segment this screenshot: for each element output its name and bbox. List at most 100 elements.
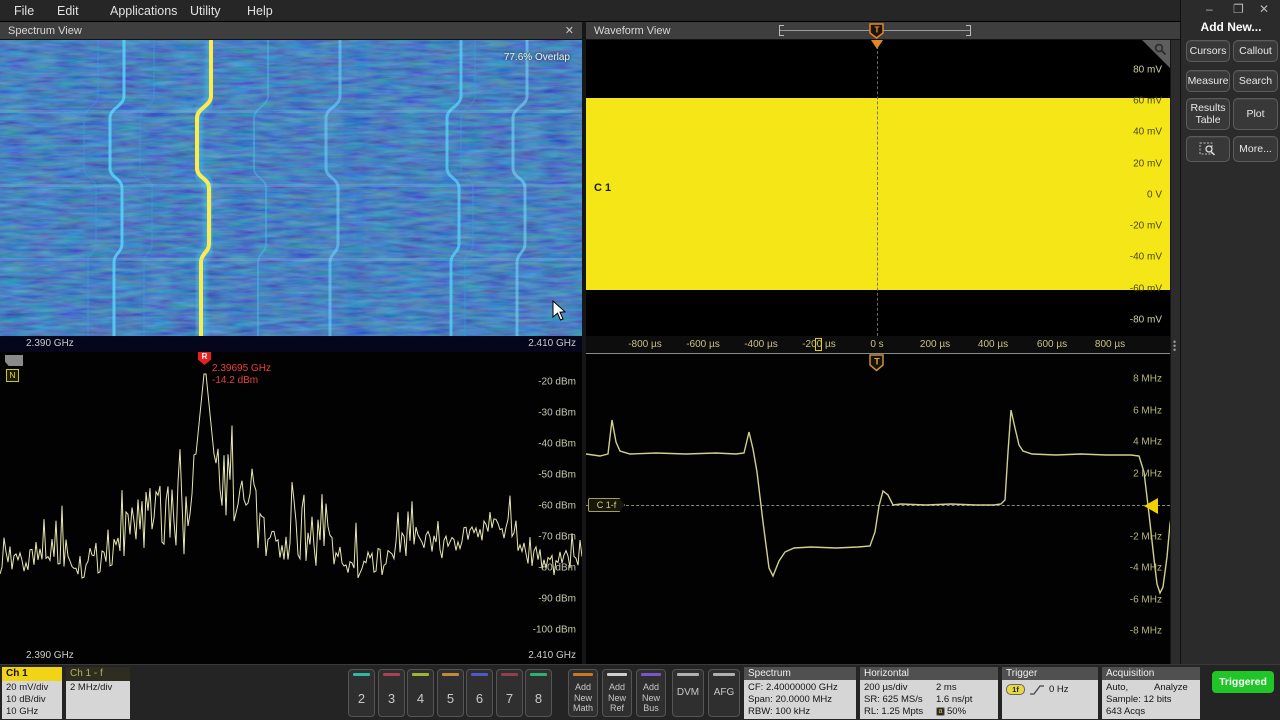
- ch1-bandwidth: 10 GHz: [6, 706, 62, 718]
- rising-edge-icon: [1029, 684, 1045, 696]
- trigger-frequency: 0 Hz: [1049, 684, 1069, 695]
- marker-frequency-readout: 2.39695 GHz: [212, 363, 271, 374]
- mhz-label: 2 MHz: [1133, 469, 1162, 480]
- trigger-box-title: Trigger: [1002, 667, 1098, 680]
- mhz-label: -6 MHz: [1130, 595, 1162, 606]
- callout-button[interactable]: Callout: [1233, 40, 1278, 62]
- channel1-badge[interactable]: Ch 1 20 mV/div 10 dB/div 10 GHz: [2, 667, 62, 719]
- menu-file[interactable]: File: [14, 4, 34, 18]
- dbm-label: -20 dBm: [538, 377, 576, 388]
- channel3-button[interactable]: 3: [378, 669, 405, 717]
- acq-count: 643 Acqs: [1106, 706, 1145, 717]
- mv-label: -60 mV: [1130, 284, 1162, 295]
- dbm-label: -80 dBm: [538, 563, 576, 574]
- search-button[interactable]: Search: [1233, 70, 1278, 92]
- menu-utility[interactable]: Utility: [190, 4, 221, 18]
- channel2-button[interactable]: 2: [348, 669, 375, 717]
- mhz-label: -2 MHz: [1130, 532, 1162, 543]
- cursors-button[interactable]: Cursors: [1186, 40, 1230, 62]
- channel3-stripe: [383, 673, 400, 676]
- trigger-arrow-icon: [871, 40, 883, 49]
- mv-label: -20 mV: [1130, 221, 1162, 232]
- waveform-view-panel: Waveform View T C 1 80 mV 60 mV 40 mV 20: [586, 22, 1180, 664]
- spectrum-view-title-bar[interactable]: Spectrum View ✕: [0, 22, 582, 40]
- close-icon[interactable]: ✕: [565, 22, 574, 40]
- reference-level-arrow[interactable]: [1144, 498, 1158, 514]
- zoom-scrollbar-left-bracket[interactable]: [779, 25, 784, 36]
- acquisition-box-title: Acquisition: [1102, 667, 1200, 680]
- time-axis: -800 µs -600 µs -400 µs -200 µs 0 s 200 …: [586, 336, 1170, 354]
- trigger-flag[interactable]: T: [869, 354, 885, 372]
- close-window-icon[interactable]: ✕: [1259, 2, 1269, 16]
- acquisition-settings-badge[interactable]: Acquisition Auto, Analyze Sample: 12 bit…: [1102, 667, 1200, 719]
- zoom-scrollbar-right-bracket[interactable]: [966, 25, 971, 36]
- channel1-waveform: [586, 98, 1170, 290]
- svg-text:T: T: [874, 357, 880, 367]
- channel8-button[interactable]: 8: [525, 669, 552, 717]
- menu-applications[interactable]: Applications: [110, 4, 177, 18]
- marker-amplitude-readout: -14.2 dBm: [212, 375, 258, 386]
- channel4-button[interactable]: 4: [407, 669, 434, 717]
- knob-a-icon: a: [936, 707, 945, 716]
- dbm-label: -100 dBm: [533, 625, 576, 636]
- waveform-plot[interactable]: C 1 80 mV 60 mV 40 mV 20 mV 0 V -20 mV -…: [586, 40, 1170, 336]
- restore-icon[interactable]: ❐: [1233, 2, 1244, 16]
- spectrogram[interactable]: 77.6% Overlap: [0, 40, 582, 336]
- channel1-frequency-badge[interactable]: C 1-f: [588, 498, 625, 512]
- mouse-cursor: [552, 300, 568, 322]
- trigger-position-marker[interactable]: T: [869, 23, 885, 39]
- ch1-spectrum-scale: 10 dB/div: [6, 694, 62, 706]
- trace-handle-icon[interactable]: [5, 355, 23, 366]
- channel6-button[interactable]: 6: [466, 669, 493, 717]
- channel7-button[interactable]: 7: [496, 669, 523, 717]
- spectrum-trace-plot[interactable]: N R 2.39695 GHz -14.2 dBm -20 dBm -30 dB…: [0, 352, 582, 664]
- add-new-ref-button[interactable]: Add New Ref: [602, 669, 632, 717]
- spectrum-settings-badge[interactable]: Spectrum CF: 2.40000000 GHz Span: 20.000…: [744, 667, 856, 719]
- afg-stripe: [713, 673, 735, 676]
- spectrogram-axis: 2.390 GHz 2.410 GHz: [0, 336, 582, 352]
- resolution: 1.6 ns/pt: [936, 694, 972, 705]
- waveform-view-title-bar[interactable]: Waveform View T: [586, 22, 1180, 40]
- frequency-vs-time-plot[interactable]: T C 1-f 8 MHz 6 MHz 4 MHz 2 MHz -2 MHz -…: [586, 354, 1170, 664]
- horizontal-scale: 200 µs/div: [864, 682, 908, 693]
- spectrogram-image: [0, 40, 582, 336]
- menu-help[interactable]: Help: [247, 4, 273, 18]
- channel5-button[interactable]: 5: [437, 669, 464, 717]
- record-length: RL: 1.25 Mpts: [864, 706, 923, 717]
- mv-label: -40 mV: [1130, 252, 1162, 263]
- ch1f-scale: 2 MHz/div: [70, 682, 130, 694]
- zoom-select-button[interactable]: [1186, 136, 1230, 162]
- time-label: 800 µs: [1095, 339, 1125, 350]
- results-table-button[interactable]: Results Table: [1186, 98, 1230, 130]
- ref-stripe: [607, 673, 627, 676]
- minimize-icon[interactable]: –: [1206, 2, 1213, 16]
- time-label: -600 µs: [686, 339, 720, 350]
- trigger-settings-badge[interactable]: Trigger 1f 0 Hz: [1002, 667, 1098, 719]
- time-label: -400 µs: [744, 339, 778, 350]
- normal-trace-badge[interactable]: N: [6, 369, 19, 382]
- add-new-header: Add New...: [1181, 20, 1280, 34]
- panel-resize-handle[interactable]: •••: [1170, 40, 1180, 664]
- afg-button[interactable]: AFG: [708, 669, 740, 717]
- plot-button[interactable]: Plot: [1233, 98, 1278, 130]
- channel8-stripe: [530, 673, 547, 676]
- spectrum-view-panel: Spectrum View ✕ 77.6% Overl: [0, 22, 582, 664]
- menu-edit[interactable]: Edit: [57, 4, 79, 18]
- channel1-f-badge[interactable]: Ch 1 - f 2 MHz/div: [66, 667, 130, 719]
- expansion-point-marker[interactable]: [815, 338, 822, 351]
- mhz-label: -8 MHz: [1130, 626, 1162, 637]
- add-new-bus-button[interactable]: Add New Bus: [636, 669, 666, 717]
- dvm-button[interactable]: DVM: [672, 669, 704, 717]
- add-new-math-button[interactable]: Add New Math: [568, 669, 598, 717]
- span: Span: 20.0000 MHz: [748, 694, 832, 705]
- horizontal-settings-badge[interactable]: Horizontal 200 µs/div 2 ms SR: 625 MS/s …: [860, 667, 998, 719]
- menu-bar: File Edit Applications Utility Help: [0, 0, 1280, 22]
- measure-button[interactable]: Measure: [1186, 70, 1230, 92]
- math-stripe: [573, 673, 593, 676]
- rbw: RBW: 100 kHz: [748, 706, 810, 717]
- oscilloscope-screen: File Edit Applications Utility Help Spec…: [0, 0, 1280, 720]
- grip-dots-icon: •••: [1173, 340, 1176, 352]
- more-button[interactable]: More...: [1233, 136, 1278, 162]
- frequency-trace: [586, 354, 1170, 664]
- channel5-stripe: [442, 673, 459, 676]
